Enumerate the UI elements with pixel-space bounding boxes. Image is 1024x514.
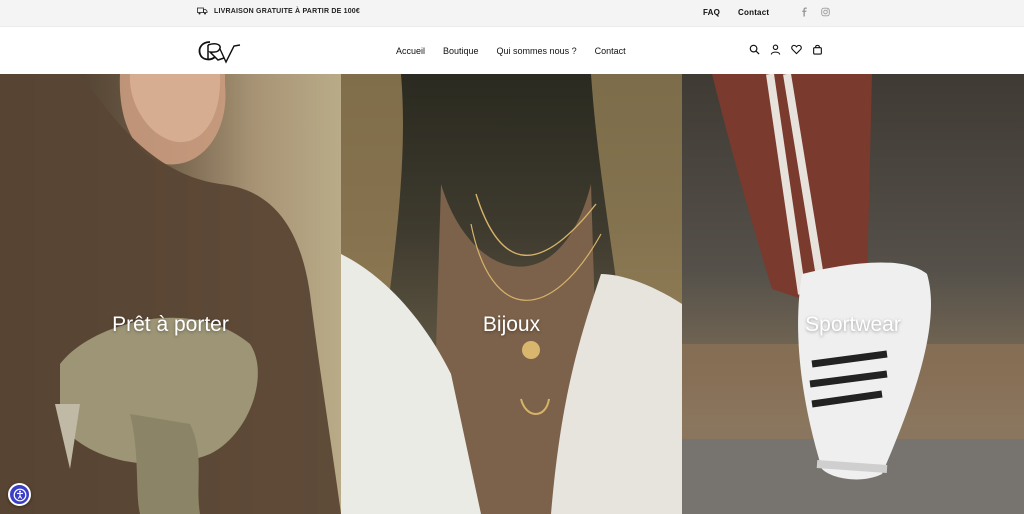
category-title-bijoux: Bijoux	[482, 313, 541, 336]
account-icon[interactable]	[770, 44, 781, 55]
category-title-pret-a-porter: Prêt à porter	[112, 313, 229, 336]
nav-item-accueil[interactable]: Accueil	[396, 46, 425, 56]
free-shipping-promo: LIVRAISON GRATUITE À PARTIR DE 100€	[197, 7, 360, 15]
announcement-bar: LIVRAISON GRATUITE À PARTIR DE 100€ FAQ …	[0, 0, 1024, 26]
facebook-icon[interactable]	[800, 7, 809, 17]
truck-icon	[197, 7, 208, 15]
social-links	[800, 7, 830, 17]
sportwear-image	[682, 74, 1024, 514]
accessibility-button[interactable]	[8, 483, 31, 506]
main-nav: Accueil Boutique Qui sommes nous ? Conta…	[396, 46, 626, 56]
search-icon[interactable]	[749, 44, 760, 55]
wishlist-icon[interactable]	[791, 44, 802, 55]
cart-icon[interactable]	[812, 44, 823, 55]
header-actions	[749, 44, 823, 55]
category-title-sportwear: Sportwear	[805, 313, 901, 336]
brand-logo[interactable]	[196, 36, 242, 66]
bijoux-image	[341, 74, 682, 514]
contact-link-top[interactable]: Contact	[738, 8, 769, 17]
nav-item-boutique[interactable]: Boutique	[443, 46, 479, 56]
category-panel-bijoux[interactable]: Bijoux	[341, 74, 682, 514]
category-panel-sportwear[interactable]: Sportwear	[682, 74, 1024, 514]
instagram-icon[interactable]	[821, 7, 830, 17]
topbar-links: FAQ Contact	[703, 8, 769, 17]
category-panel-pret-a-porter[interactable]: Prêt à porter	[0, 74, 341, 514]
nav-item-contact[interactable]: Contact	[595, 46, 626, 56]
nav-item-about[interactable]: Qui sommes nous ?	[497, 46, 577, 56]
accessibility-icon	[13, 488, 26, 501]
faq-link[interactable]: FAQ	[703, 8, 720, 17]
category-panels: Prêt à porter Bijoux Sportwear	[0, 74, 1024, 514]
promo-text: LIVRAISON GRATUITE À PARTIR DE 100€	[214, 7, 360, 15]
pret-a-porter-image	[0, 74, 341, 514]
site-header: Accueil Boutique Qui sommes nous ? Conta…	[0, 26, 1024, 74]
